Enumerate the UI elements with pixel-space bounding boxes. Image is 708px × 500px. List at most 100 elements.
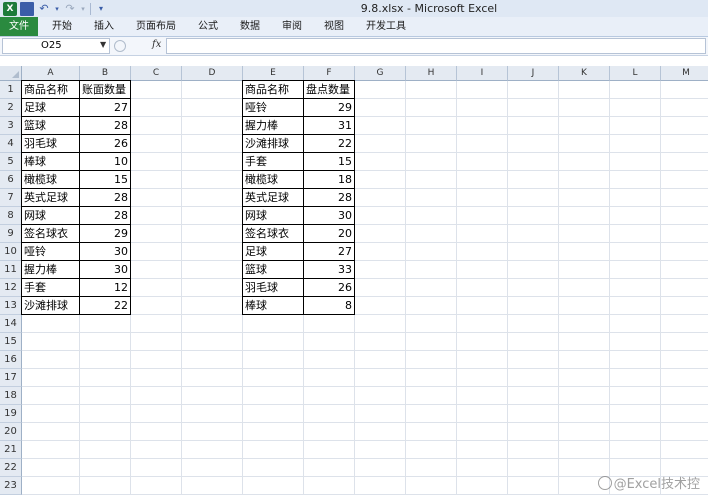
cell-k6[interactable]: [559, 171, 610, 189]
cell-k18[interactable]: [559, 387, 610, 405]
cell-l15[interactable]: [610, 333, 661, 351]
tab-view[interactable]: 视图: [314, 17, 354, 36]
cell-k7[interactable]: [559, 189, 610, 207]
cell-c2[interactable]: [131, 99, 182, 117]
cell-i20[interactable]: [457, 423, 508, 441]
cell-c16[interactable]: [131, 351, 182, 369]
table1-data-cell[interactable]: 28: [79, 116, 131, 135]
row-header-7[interactable]: 7: [0, 189, 22, 207]
table1-header-cell[interactable]: 账面数量: [79, 80, 131, 99]
cell-c22[interactable]: [131, 459, 182, 477]
cell-a17[interactable]: [22, 369, 80, 387]
column-header-f[interactable]: F: [304, 66, 355, 81]
table2-data-cell[interactable]: 18: [303, 170, 355, 189]
table1-data-cell[interactable]: 12: [79, 278, 131, 297]
name-box-dropdown-icon[interactable]: ▼: [100, 40, 106, 49]
cell-l2[interactable]: [610, 99, 661, 117]
cell-g19[interactable]: [355, 405, 406, 423]
cell-j21[interactable]: [508, 441, 559, 459]
row-header-20[interactable]: 20: [0, 423, 22, 441]
row-header-9[interactable]: 9: [0, 225, 22, 243]
cell-h6[interactable]: [406, 171, 457, 189]
row-header-5[interactable]: 5: [0, 153, 22, 171]
cell-m1[interactable]: [661, 81, 708, 99]
row-header-6[interactable]: 6: [0, 171, 22, 189]
cell-l4[interactable]: [610, 135, 661, 153]
column-header-e[interactable]: E: [243, 66, 304, 81]
cell-m15[interactable]: [661, 333, 708, 351]
cell-i11[interactable]: [457, 261, 508, 279]
cell-g9[interactable]: [355, 225, 406, 243]
cell-l10[interactable]: [610, 243, 661, 261]
table1-data-cell[interactable]: 手套: [21, 278, 80, 297]
row-header-21[interactable]: 21: [0, 441, 22, 459]
table2-data-cell[interactable]: 20: [303, 224, 355, 243]
cell-j13[interactable]: [508, 297, 559, 315]
table1-data-cell[interactable]: 沙滩排球: [21, 296, 80, 315]
column-header-a[interactable]: A: [22, 66, 80, 81]
cell-i7[interactable]: [457, 189, 508, 207]
cell-i19[interactable]: [457, 405, 508, 423]
table2-data-cell[interactable]: 29: [303, 98, 355, 117]
row-header-12[interactable]: 12: [0, 279, 22, 297]
cell-f22[interactable]: [304, 459, 355, 477]
cell-c5[interactable]: [131, 153, 182, 171]
tab-formulas[interactable]: 公式: [188, 17, 228, 36]
table1-data-cell[interactable]: 22: [79, 296, 131, 315]
cell-f19[interactable]: [304, 405, 355, 423]
table1-data-cell[interactable]: 英式足球: [21, 188, 80, 207]
cell-h17[interactable]: [406, 369, 457, 387]
cell-a16[interactable]: [22, 351, 80, 369]
cell-f21[interactable]: [304, 441, 355, 459]
cell-k14[interactable]: [559, 315, 610, 333]
table1-data-cell[interactable]: 哑铃: [21, 242, 80, 261]
column-header-g[interactable]: G: [355, 66, 406, 81]
cell-m5[interactable]: [661, 153, 708, 171]
cell-l21[interactable]: [610, 441, 661, 459]
table2-data-cell[interactable]: 手套: [242, 152, 304, 171]
tab-data[interactable]: 数据: [230, 17, 270, 36]
cell-h11[interactable]: [406, 261, 457, 279]
cell-k1[interactable]: [559, 81, 610, 99]
cell-c17[interactable]: [131, 369, 182, 387]
cell-i6[interactable]: [457, 171, 508, 189]
column-header-m[interactable]: M: [661, 66, 708, 81]
cell-l8[interactable]: [610, 207, 661, 225]
cell-g3[interactable]: [355, 117, 406, 135]
cell-d18[interactable]: [182, 387, 243, 405]
cell-i13[interactable]: [457, 297, 508, 315]
row-header-13[interactable]: 13: [0, 297, 22, 315]
cell-l17[interactable]: [610, 369, 661, 387]
cell-k8[interactable]: [559, 207, 610, 225]
cell-i5[interactable]: [457, 153, 508, 171]
row-header-3[interactable]: 3: [0, 117, 22, 135]
cell-i2[interactable]: [457, 99, 508, 117]
cell-j19[interactable]: [508, 405, 559, 423]
table1-data-cell[interactable]: 29: [79, 224, 131, 243]
cell-d4[interactable]: [182, 135, 243, 153]
cell-b20[interactable]: [80, 423, 131, 441]
cell-a21[interactable]: [22, 441, 80, 459]
tab-insert[interactable]: 插入: [84, 17, 124, 36]
table2-data-cell[interactable]: 22: [303, 134, 355, 153]
cell-k10[interactable]: [559, 243, 610, 261]
cell-b15[interactable]: [80, 333, 131, 351]
cell-l6[interactable]: [610, 171, 661, 189]
row-header-15[interactable]: 15: [0, 333, 22, 351]
cell-b21[interactable]: [80, 441, 131, 459]
cell-h15[interactable]: [406, 333, 457, 351]
cell-k3[interactable]: [559, 117, 610, 135]
cell-k11[interactable]: [559, 261, 610, 279]
table2-data-cell[interactable]: 31: [303, 116, 355, 135]
cell-h16[interactable]: [406, 351, 457, 369]
cell-i17[interactable]: [457, 369, 508, 387]
cell-h23[interactable]: [406, 477, 457, 495]
cell-a23[interactable]: [22, 477, 80, 495]
cell-g16[interactable]: [355, 351, 406, 369]
insert-function-button[interactable]: fx: [152, 39, 161, 50]
cell-g8[interactable]: [355, 207, 406, 225]
table2-header-cell[interactable]: 商品名称: [242, 80, 304, 99]
cell-l11[interactable]: [610, 261, 661, 279]
cell-m4[interactable]: [661, 135, 708, 153]
table1-data-cell[interactable]: 27: [79, 98, 131, 117]
